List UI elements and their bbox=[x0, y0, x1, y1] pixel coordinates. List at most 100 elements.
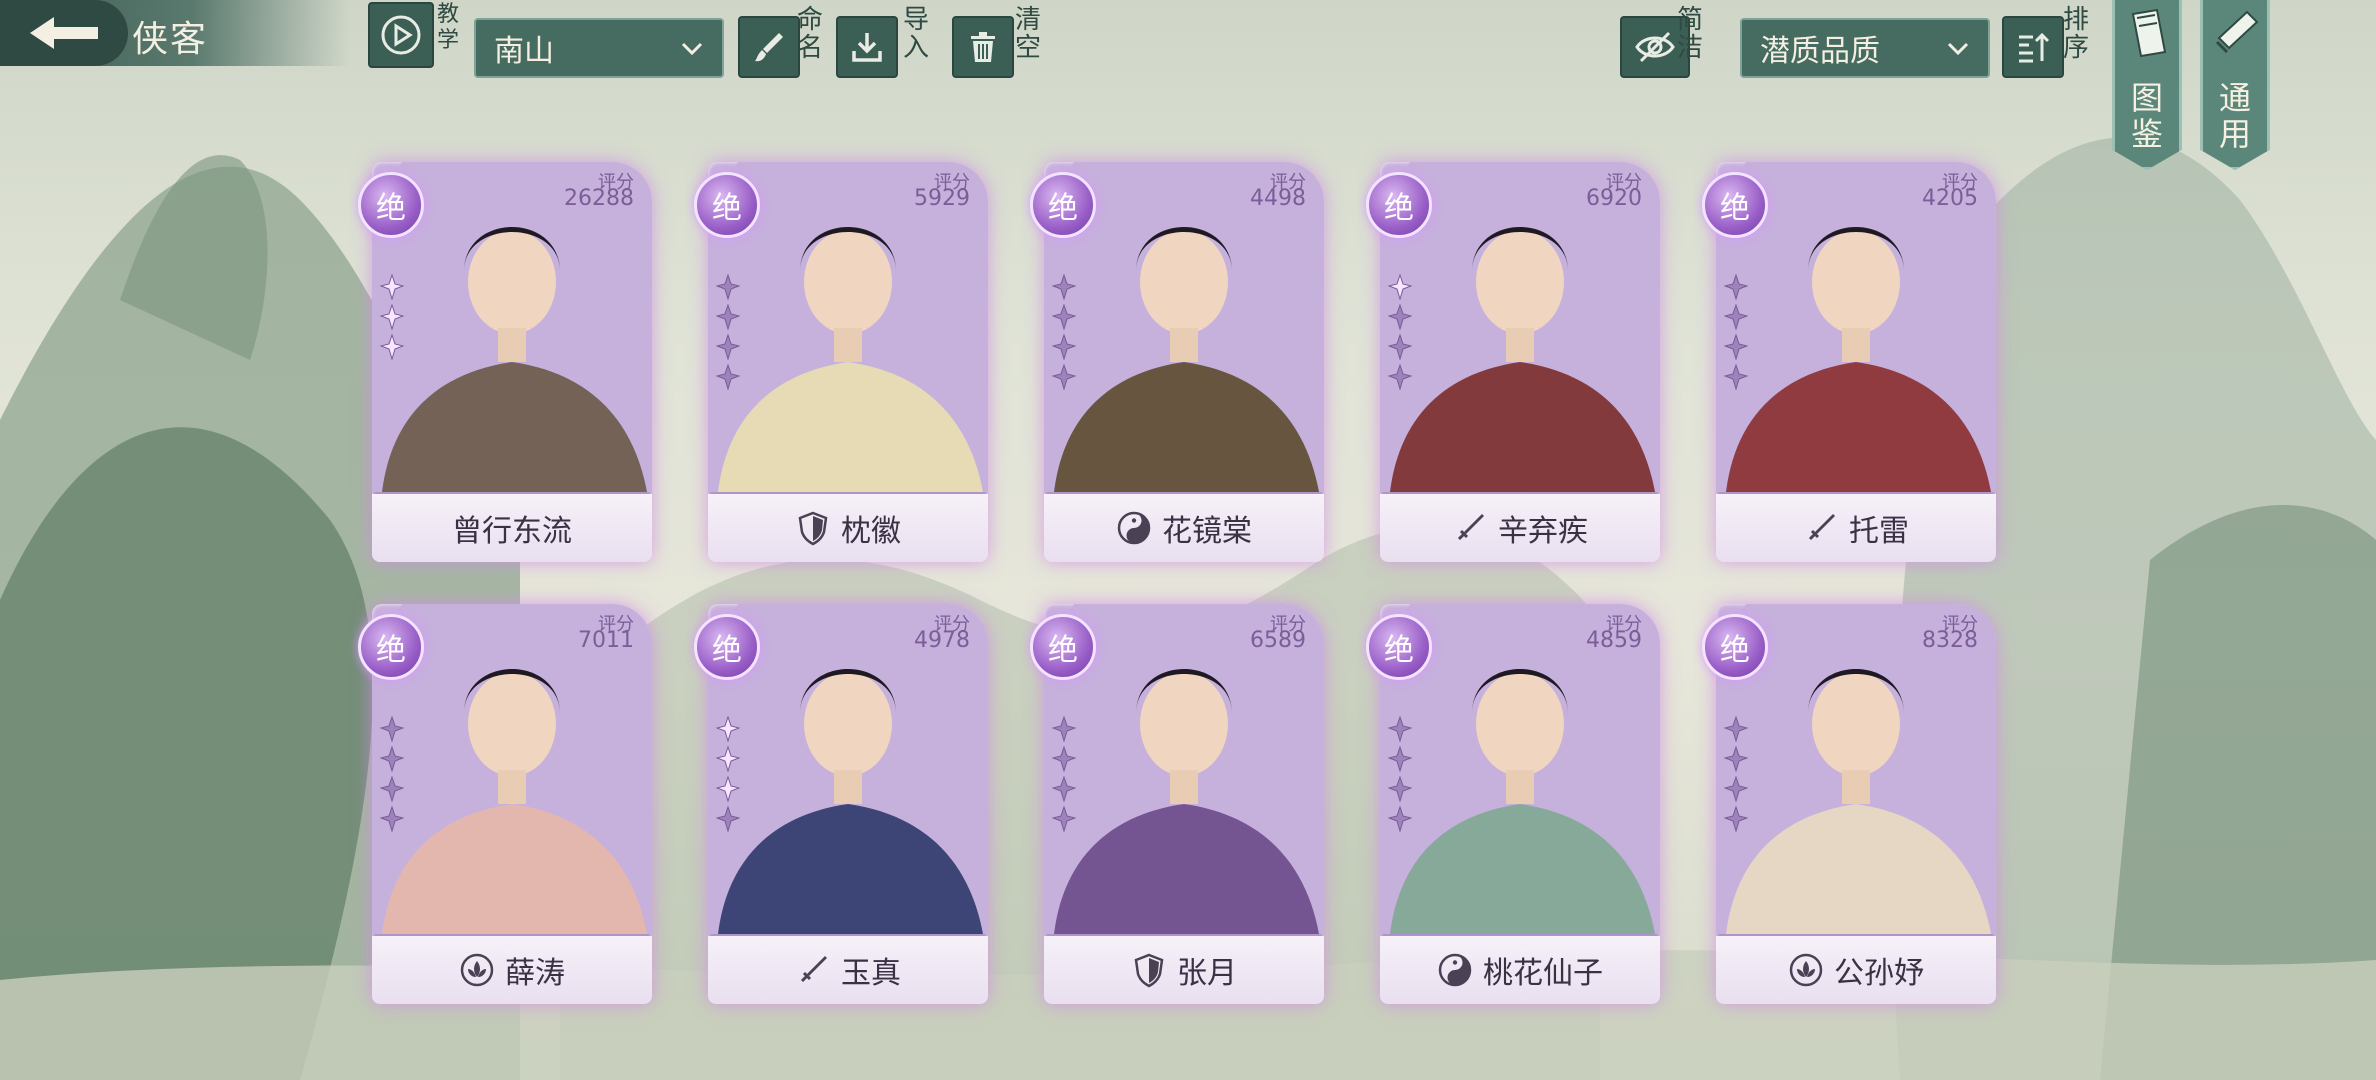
score-value: 4498 bbox=[1250, 186, 1306, 211]
star-lit-icon bbox=[716, 776, 740, 802]
star-empty-icon bbox=[1388, 364, 1412, 390]
star-empty-icon bbox=[1052, 274, 1076, 300]
star-empty-icon bbox=[716, 334, 740, 360]
star-empty-icon bbox=[1388, 334, 1412, 360]
star-column bbox=[1388, 716, 1412, 832]
star-empty-icon bbox=[1052, 776, 1076, 802]
star-empty-icon bbox=[716, 274, 740, 300]
hero-name: 辛弃疾 bbox=[1498, 514, 1588, 549]
star-empty-icon bbox=[1388, 716, 1412, 742]
star-column bbox=[1724, 274, 1748, 390]
star-column bbox=[380, 716, 404, 832]
score-value: 4205 bbox=[1922, 186, 1978, 211]
import-button[interactable] bbox=[836, 16, 898, 78]
star-column bbox=[1052, 716, 1076, 832]
rank-badge: 绝 bbox=[358, 172, 424, 238]
shield-icon bbox=[798, 511, 828, 546]
star-empty-icon bbox=[716, 304, 740, 330]
name-bar: 枕徽 bbox=[708, 494, 988, 562]
lotus-icon bbox=[460, 953, 494, 987]
name-bar: 张月 bbox=[1044, 936, 1324, 1004]
star-empty-icon bbox=[1388, 776, 1412, 802]
rank-badge: 绝 bbox=[358, 614, 424, 680]
scroll-icon bbox=[2215, 10, 2259, 54]
score-value: 5929 bbox=[914, 186, 970, 211]
star-empty-icon bbox=[1724, 776, 1748, 802]
simple-label: 简洁 bbox=[1676, 5, 1703, 63]
sort-value: 潜质品质 bbox=[1760, 34, 1880, 69]
eye-hidden-icon bbox=[1635, 31, 1675, 63]
name-bar: 曾行东流 bbox=[372, 494, 652, 562]
hero-name: 枕徽 bbox=[841, 514, 901, 549]
name-bar: 辛弃疾 bbox=[1380, 494, 1660, 562]
sword-icon bbox=[800, 956, 827, 983]
star-lit-icon bbox=[716, 716, 740, 742]
star-lit-icon bbox=[380, 304, 404, 330]
rename-label: 命名 bbox=[796, 5, 823, 63]
star-column bbox=[1052, 274, 1076, 390]
star-empty-icon bbox=[1052, 746, 1076, 772]
star-empty-icon bbox=[380, 806, 404, 832]
name-bar: 公孙妤 bbox=[1716, 936, 1996, 1004]
rank-badge: 绝 bbox=[1030, 172, 1096, 238]
rank-badge: 绝 bbox=[1030, 614, 1096, 680]
tutorial-button[interactable] bbox=[368, 2, 434, 68]
sort-button[interactable] bbox=[2002, 16, 2064, 78]
star-column bbox=[716, 274, 740, 390]
hero-name: 张月 bbox=[1177, 956, 1237, 991]
star-column bbox=[1388, 274, 1412, 390]
rank-badge: 绝 bbox=[694, 614, 760, 680]
rename-button[interactable] bbox=[738, 16, 800, 78]
star-empty-icon bbox=[1052, 806, 1076, 832]
rank-badge: 绝 bbox=[1702, 172, 1768, 238]
star-empty-icon bbox=[1388, 806, 1412, 832]
sword-icon bbox=[1808, 514, 1835, 541]
name-bar: 薛涛 bbox=[372, 936, 652, 1004]
rank-badge: 绝 bbox=[1366, 614, 1432, 680]
clear-button[interactable] bbox=[952, 16, 1014, 78]
book-icon bbox=[2131, 8, 2167, 58]
name-bar: 花镜棠 bbox=[1044, 494, 1324, 562]
star-empty-icon bbox=[1724, 304, 1748, 330]
general-button[interactable]: 通用 bbox=[2200, 0, 2270, 170]
star-lit-icon bbox=[1388, 274, 1412, 300]
score-value: 7011 bbox=[578, 628, 634, 653]
sort-label: 排序 bbox=[2062, 5, 2089, 63]
star-empty-icon bbox=[1388, 304, 1412, 330]
star-column bbox=[716, 716, 740, 832]
filter-value: 南山 bbox=[494, 34, 554, 69]
star-lit-icon bbox=[380, 334, 404, 360]
lotus-icon bbox=[1789, 953, 1823, 987]
filter-dropdown[interactable]: 南山 bbox=[474, 18, 724, 78]
star-empty-icon bbox=[1724, 334, 1748, 360]
star-empty-icon bbox=[1052, 334, 1076, 360]
star-empty-icon bbox=[1724, 274, 1748, 300]
import-label: 导入 bbox=[902, 5, 929, 63]
hero-name: 公孙妤 bbox=[1834, 956, 1924, 991]
score-value: 6589 bbox=[1250, 628, 1306, 653]
brush-icon bbox=[755, 33, 783, 62]
sword-icon bbox=[1457, 514, 1484, 541]
chevron-down-icon bbox=[681, 42, 703, 56]
star-empty-icon bbox=[380, 776, 404, 802]
name-bar: 桃花仙子 bbox=[1380, 936, 1660, 1004]
star-empty-icon bbox=[1052, 716, 1076, 742]
tutorial-label: 教学 bbox=[436, 2, 459, 53]
score-value: 4978 bbox=[914, 628, 970, 653]
rank-badge: 绝 bbox=[1702, 614, 1768, 680]
score-value: 4859 bbox=[1586, 628, 1642, 653]
sort-icon bbox=[2019, 32, 2050, 63]
name-bar: 玉真 bbox=[708, 936, 988, 1004]
rank-badge: 绝 bbox=[1366, 172, 1432, 238]
yinyang-icon bbox=[1438, 953, 1472, 987]
back-button[interactable] bbox=[0, 0, 128, 66]
general-label: 通用 bbox=[2218, 79, 2251, 153]
download-icon bbox=[852, 33, 882, 62]
play-icon bbox=[381, 15, 421, 55]
hero-name: 花镜棠 bbox=[1162, 514, 1252, 549]
star-column bbox=[380, 274, 404, 360]
star-empty-icon bbox=[380, 716, 404, 742]
sort-dropdown[interactable]: 潜质品质 bbox=[1740, 18, 1990, 78]
score-value: 6920 bbox=[1586, 186, 1642, 211]
atlas-button[interactable]: 图鉴 bbox=[2112, 0, 2182, 170]
